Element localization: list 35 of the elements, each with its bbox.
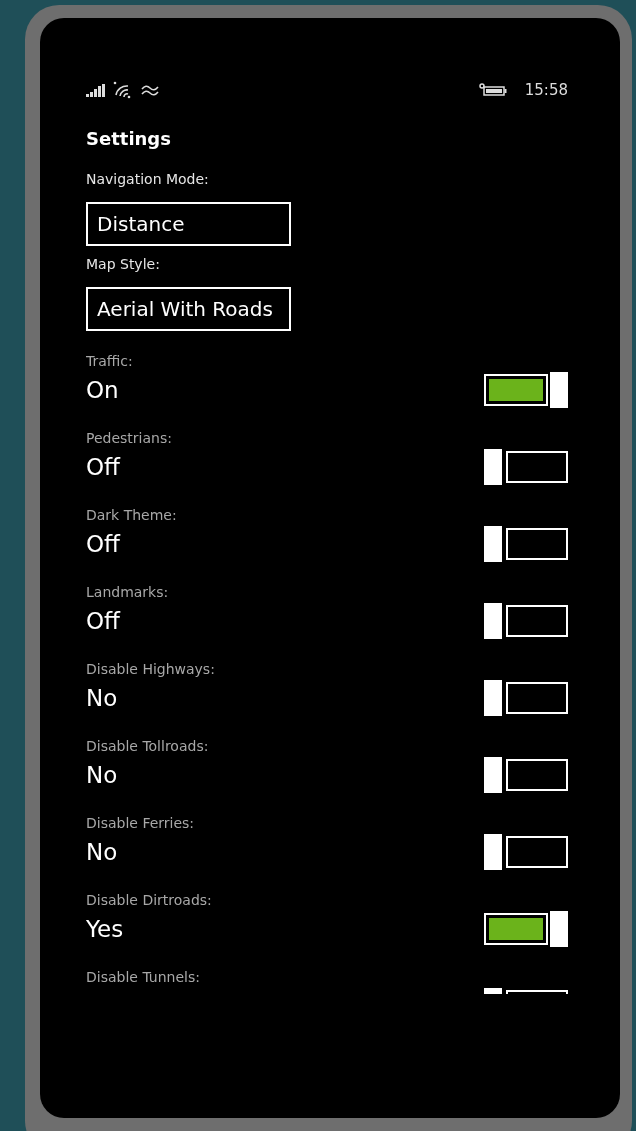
setting-label: Traffic: [86,353,133,369]
setting-value: Off [86,454,120,480]
field-label: Navigation Mode: [86,171,209,187]
setting-label: Disable Tollroads: [86,738,209,754]
setting-value: No [86,685,118,711]
battery-icon [478,83,507,97]
signal-icon [86,83,105,97]
wifi-icon [113,81,133,99]
toggle-switch[interactable] [484,603,568,639]
setting-label: Disable Tunnels: [86,969,200,985]
page-title: Settings [86,128,171,149]
setting-value: No [86,762,118,788]
setting-value: Off [86,531,120,557]
toggle-switch[interactable] [484,757,568,793]
toggle-switch[interactable] [484,911,568,947]
field-label: Map Style: [86,256,160,272]
setting-value: No [86,839,118,865]
setting-value: Off [86,608,120,634]
clock-time: 15:58 [524,81,568,99]
setting-label: Dark Theme: [86,507,177,523]
setting-label: Landmarks: [86,584,169,600]
setting-value: Yes [86,916,124,942]
setting-value: On [86,377,119,403]
setting-label: Disable Highways: [86,661,215,677]
toggle-switch[interactable] [484,449,568,485]
setting-label: Disable Dirtroads: [86,892,212,908]
toggle-switch[interactable] [484,680,568,716]
toggle-switch[interactable] [484,526,568,562]
dropdown-field[interactable]: Distance [86,202,291,246]
toggle-switch[interactable] [484,834,568,870]
dropdown-field[interactable]: Aerial With Roads [86,287,291,331]
wave-icon [141,83,159,97]
setting-label: Pedestrians: [86,430,172,446]
setting-label: Disable Ferries: [86,815,195,831]
toggle-switch[interactable] [484,372,568,408]
